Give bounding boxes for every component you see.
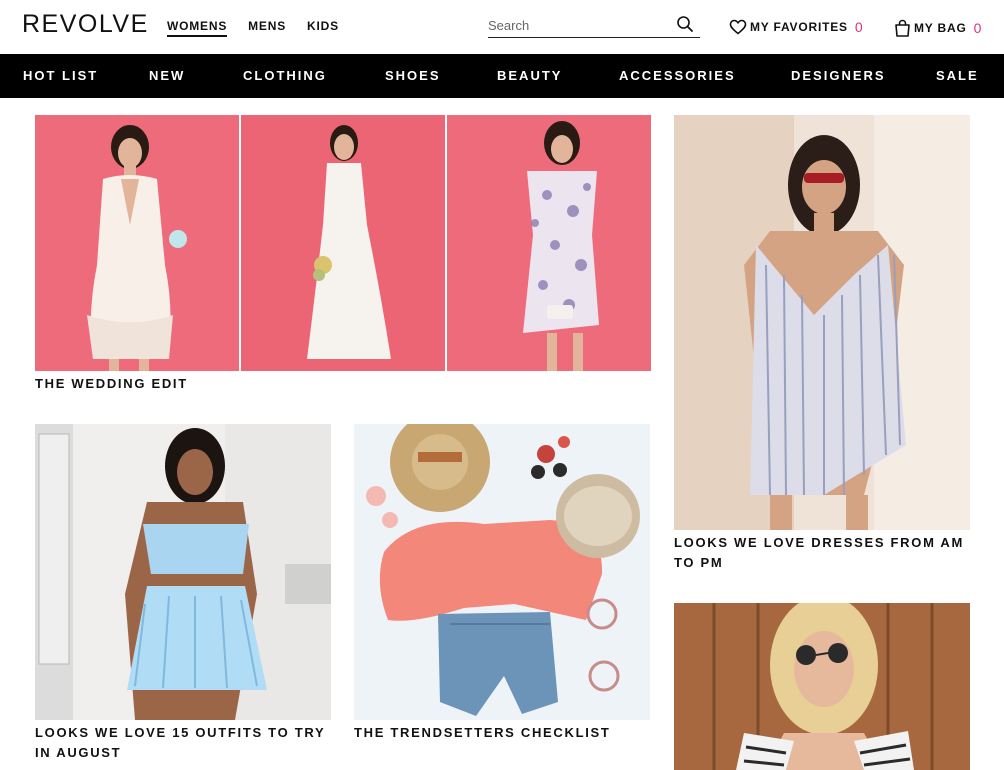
my-favorites-label: MY FAVORITES bbox=[750, 20, 848, 34]
revolve-logo[interactable]: REVOLVE bbox=[22, 10, 149, 39]
nav-new[interactable]: NEW bbox=[149, 68, 185, 83]
outfits-caption[interactable]: LOOKS WE LOVE 15 OUTFITS TO TRY IN AUGUS… bbox=[35, 723, 325, 763]
search-box bbox=[488, 14, 700, 38]
my-favorites-link[interactable]: MY FAVORITES 0 bbox=[729, 19, 863, 35]
gender-nav: WOMENS MENS KIDS bbox=[167, 19, 360, 37]
my-bag-link[interactable]: MY BAG 0 bbox=[894, 19, 981, 37]
wedding-photo-floral-dress[interactable] bbox=[447, 115, 651, 371]
nav-sale[interactable]: SALE bbox=[936, 68, 979, 83]
tab-womens[interactable]: WOMENS bbox=[167, 19, 228, 37]
outfits-photo[interactable] bbox=[35, 424, 331, 720]
heart-icon bbox=[729, 19, 747, 35]
wedding-photo-white-dress[interactable] bbox=[35, 115, 239, 371]
summer-look-photo[interactable] bbox=[674, 603, 970, 770]
trendsetters-tile[interactable]: THE TRENDSETTERS CHECKLIST bbox=[354, 424, 650, 754]
dresses-caption-line1: LOOKS WE LOVE DRESSES FROM AM bbox=[674, 535, 965, 550]
nav-clothing[interactable]: CLOTHING bbox=[243, 68, 327, 83]
outfits-caption-line1: LOOKS WE LOVE 15 OUTFITS TO TRY bbox=[35, 725, 326, 740]
nav-designers[interactable]: DESIGNERS bbox=[791, 68, 886, 83]
my-bag-label: MY BAG bbox=[914, 21, 967, 35]
dresses-am-to-pm-tile[interactable]: LOOKS WE LOVE DRESSES FROM AM TO PM bbox=[674, 115, 970, 579]
search-input[interactable] bbox=[488, 14, 668, 36]
wedding-edit-tile[interactable]: THE WEDDING EDIT bbox=[35, 115, 651, 395]
dresses-caption[interactable]: LOOKS WE LOVE DRESSES FROM AM TO PM bbox=[674, 533, 964, 573]
dresses-photo[interactable] bbox=[674, 115, 970, 530]
search-icon[interactable] bbox=[676, 15, 694, 33]
summer-look-tile[interactable] bbox=[674, 603, 970, 770]
outfits-caption-line2: IN AUGUST bbox=[35, 745, 122, 760]
nav-beauty[interactable]: BEAUTY bbox=[497, 68, 562, 83]
category-nav: HOT LIST NEW CLOTHING SHOES BEAUTY ACCES… bbox=[0, 54, 1004, 98]
wedding-photo-gown[interactable] bbox=[241, 115, 445, 371]
top-header: REVOLVE WOMENS MENS KIDS MY FAVORITES 0 … bbox=[0, 0, 1004, 54]
bag-count: 0 bbox=[973, 20, 982, 36]
favorites-count: 0 bbox=[854, 19, 863, 35]
nav-hot-list[interactable]: HOT LIST bbox=[23, 68, 98, 83]
dresses-caption-line2: TO PM bbox=[674, 555, 724, 570]
nav-shoes[interactable]: SHOES bbox=[385, 68, 441, 83]
trendsetters-photo[interactable] bbox=[354, 424, 650, 720]
nav-accessories[interactable]: ACCESSORIES bbox=[619, 68, 736, 83]
trendsetters-caption[interactable]: THE TRENDSETTERS CHECKLIST bbox=[354, 723, 611, 743]
outfits-august-tile[interactable]: LOOKS WE LOVE 15 OUTFITS TO TRY IN AUGUS… bbox=[35, 424, 331, 770]
shopping-bag-icon bbox=[895, 19, 910, 37]
tab-mens[interactable]: MENS bbox=[248, 19, 286, 37]
wedding-edit-caption[interactable]: THE WEDDING EDIT bbox=[35, 374, 188, 394]
tab-kids[interactable]: KIDS bbox=[307, 19, 339, 37]
